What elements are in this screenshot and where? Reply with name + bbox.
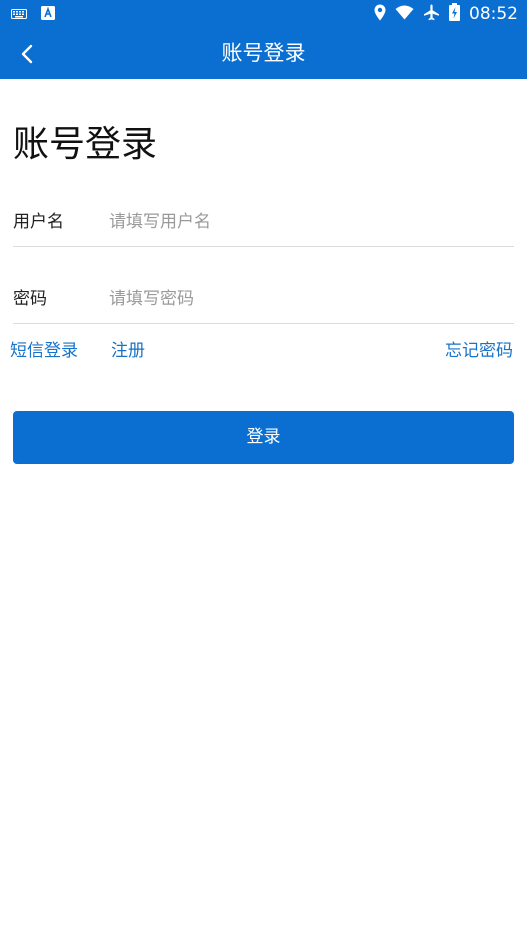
keyboard-icon	[11, 5, 27, 24]
app-bar-title: 账号登录	[221, 41, 306, 65]
location-icon	[374, 4, 386, 25]
username-row: 用户名	[13, 201, 514, 247]
a-notification-icon	[41, 5, 55, 24]
airplane-icon	[423, 4, 440, 25]
app-bar: 账号登录	[0, 27, 527, 79]
status-bar-left	[11, 5, 55, 24]
wifi-icon	[395, 5, 414, 24]
status-bar: 08:52	[0, 0, 527, 27]
login-button[interactable]: 登录	[13, 411, 514, 464]
page-heading: 账号登录	[13, 124, 158, 165]
register-link[interactable]: 注册	[111, 340, 145, 362]
forgot-password-link[interactable]: 忘记密码	[445, 340, 513, 362]
battery-icon	[449, 3, 460, 25]
sms-login-link[interactable]: 短信登录	[10, 340, 78, 362]
password-input[interactable]	[109, 284, 509, 314]
password-row: 密码	[13, 278, 514, 324]
username-label: 用户名	[13, 212, 64, 232]
status-bar-right: 08:52	[374, 3, 518, 25]
status-time: 08:52	[469, 4, 518, 24]
username-input[interactable]	[109, 207, 509, 237]
password-label: 密码	[13, 289, 47, 309]
